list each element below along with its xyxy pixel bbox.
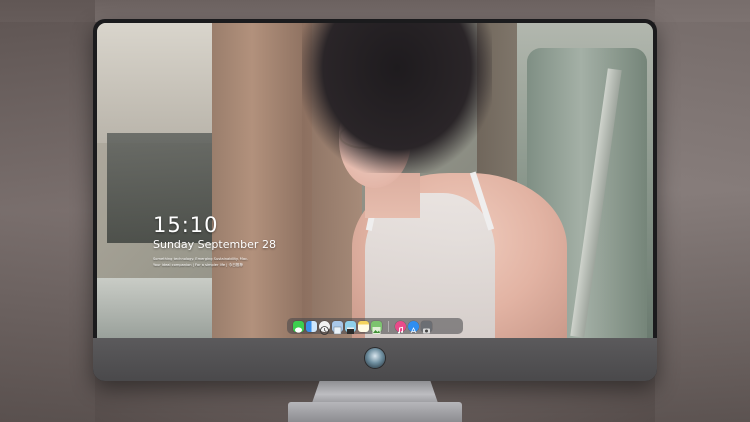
clock-info-line: Something technology. Emerging Sustainab… [153,257,249,261]
clock-icon[interactable] [319,320,330,335]
clock-time: 15:10 [153,213,219,237]
notes-icon[interactable] [358,320,369,332]
clapper-icon[interactable] [345,320,356,334]
finder-icon[interactable] [306,320,317,332]
dock-separator [388,320,389,332]
app-store-icon[interactable] [408,320,419,333]
monitor: 15:10 Sunday September 28 Something tech… [93,19,657,381]
backdrop-right [655,0,750,422]
figure-hair [302,23,492,173]
brand-logo-icon [365,348,385,368]
photos-icon[interactable] [371,320,382,334]
wallpaper-window [97,23,217,143]
backdrop-left [0,0,95,422]
wallpaper-pillar [212,23,312,338]
clock-info: Something technology. Emerging Sustainab… [153,257,248,268]
preview-icon[interactable] [332,320,343,334]
messages-icon[interactable] [293,320,304,333]
monitor-stand-base [288,402,462,422]
clock-date: Sunday September 28 [153,238,276,251]
camera-icon[interactable] [421,320,432,333]
monitor-chin [93,338,657,381]
screen: 15:10 Sunday September 28 Something tech… [97,23,653,338]
monitor-stand-neck [312,381,438,403]
music-icon[interactable] [395,320,406,334]
clock-info-line: Your ideal companion | For a simpler lif… [153,262,243,267]
dock [287,318,463,335]
